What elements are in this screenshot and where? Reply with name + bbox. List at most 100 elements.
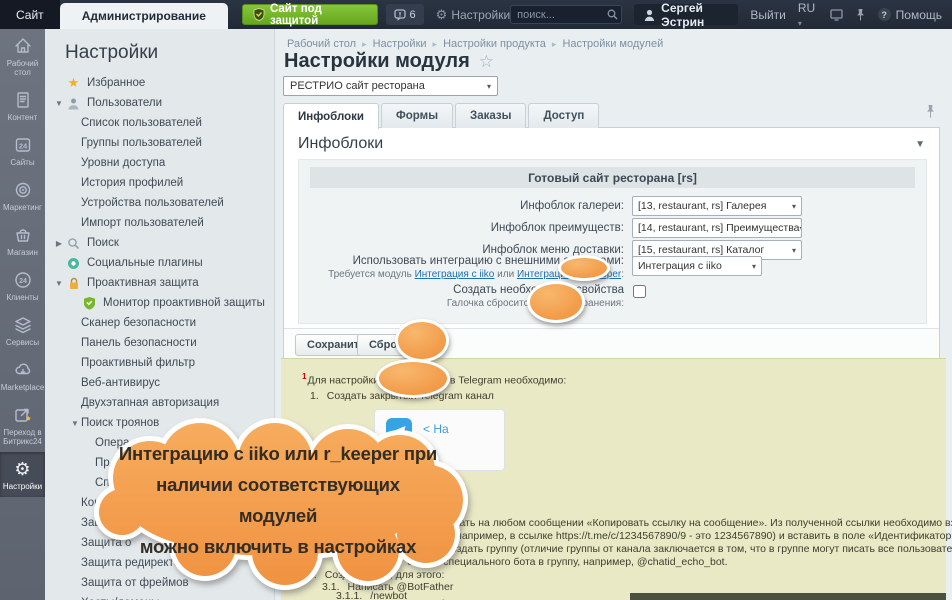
- breadcrumb: Рабочий стол ▸ Настройки ▸ Настройки продукт…: [287, 38, 663, 50]
- breadcrumb-separator-icon: ▸: [433, 39, 438, 49]
- menu-item-сканер-безопасности[interactable]: Сканер безопасности: [45, 313, 274, 333]
- integration-select[interactable]: Интеграция с iiko▾: [632, 256, 762, 276]
- pin-interface-icon[interactable]: [855, 8, 866, 21]
- gear-icon: ⚙: [436, 7, 448, 23]
- collapse-chevron-icon[interactable]: ▼: [915, 139, 925, 150]
- menu-item-защита-сессий[interactable]: Защита сессий: [45, 513, 274, 533]
- language-select[interactable]: RU ▾: [798, 1, 818, 29]
- user-menu-button[interactable]: Сергей Эстрин: [634, 4, 738, 25]
- tab-доступ[interactable]: Доступ: [528, 103, 599, 128]
- sidebar-item-marketplace[interactable]: Marketplace: [0, 353, 45, 398]
- infoblock-select[interactable]: [13, restaurant, rs] Галерея▾: [632, 196, 802, 216]
- iiko-module-link[interactable]: Интеграция с iiko: [415, 269, 495, 280]
- menu-item-социальные-плагины[interactable]: Социальные плагины: [45, 253, 274, 273]
- menu-item-защита-о[interactable]: Защита о: [45, 533, 274, 553]
- menu-item-поиск[interactable]: ▶Поиск: [45, 233, 274, 253]
- chevron-down-icon: ▾: [792, 246, 796, 255]
- social-icon: [65, 257, 82, 270]
- menu-item-защита-редиректов[interactable]: Защита редиректов: [45, 553, 274, 573]
- sidebar-item-переход-в-битрикс24[interactable]: Переход в Битрикс24: [0, 398, 45, 452]
- menu-item-монитор-проактивной-защиты[interactable]: Монитор проактивной защиты: [45, 293, 274, 313]
- tab-инфоблоки[interactable]: Инфоблоки: [283, 103, 379, 129]
- logout-link[interactable]: Выйти: [750, 8, 786, 22]
- menu-item-панель-безопасности[interactable]: Панель безопасности: [45, 333, 274, 353]
- sidebar-item-рабочий-стол[interactable]: Рабочий стол: [0, 29, 45, 83]
- help-button[interactable]: ? Помощь: [878, 8, 942, 22]
- chevron-down-icon: ▾: [752, 262, 756, 271]
- breadcrumb-separator-icon: ▸: [362, 39, 367, 49]
- search-icon: [607, 9, 618, 20]
- menu-item-проактивный-фильтр[interactable]: Проактивный фильтр: [45, 353, 274, 373]
- field-label: Инфоблок преимуществ:: [311, 218, 624, 238]
- user-icon: [644, 9, 655, 21]
- menu-item-история-профилей[interactable]: История профилей: [45, 173, 274, 193]
- menu-item-защита-от-фреймов[interactable]: Защита от фреймов: [45, 573, 274, 593]
- menu-item-пользователи[interactable]: ▼Пользователи: [45, 93, 274, 113]
- menu-item-группы-пользователей[interactable]: Группы пользователей: [45, 133, 274, 153]
- question-icon: ?: [878, 8, 891, 21]
- help-line: и нажать на любом сообщении «Копировать …: [432, 517, 952, 529]
- menu-item-список-пользователей[interactable]: Список пользователей: [45, 113, 274, 133]
- sidebar-item-контент[interactable]: Контент: [0, 83, 45, 128]
- sidebar-item-маркетинг[interactable]: Маркетинг: [0, 173, 45, 218]
- search-input[interactable]: [510, 5, 622, 24]
- infoblock-select[interactable]: [14, restaurant, rs] Преимущества▾: [632, 218, 802, 238]
- back-link: < На: [423, 422, 449, 436]
- user-name: Сергей Эстрин: [661, 1, 728, 29]
- topbar-settings-button[interactable]: ⚙ Настройки: [436, 7, 511, 23]
- menu-item-уровни-доступа[interactable]: Уровни доступа: [45, 153, 274, 173]
- bitrix-admin-window: Сайт Администрирование Сайт под защитой …: [0, 0, 952, 600]
- menu-item-поиск-троянов[interactable]: ▼Поиск троянов: [45, 413, 274, 433]
- site-protected-button[interactable]: Сайт под защитой: [242, 4, 378, 25]
- tab-site[interactable]: Сайт: [0, 0, 60, 29]
- menu-item-двухэтапная-авторизация[interactable]: Двухэтапная авторизация: [45, 393, 274, 413]
- breadcrumb-link-настройки[interactable]: Настройки: [373, 38, 427, 50]
- breadcrumb-separator-icon: ▸: [552, 39, 557, 49]
- breadcrumb-link-настройки-модулей[interactable]: Настройки модулей: [562, 38, 663, 50]
- sidebar-item-магазин[interactable]: Магазин: [0, 218, 45, 263]
- gear-icon: ⚙: [14, 459, 30, 479]
- menu-item-контроль-активности[interactable]: Контроль активности: [45, 493, 274, 513]
- pin-icon[interactable]: [925, 104, 936, 118]
- group-header: Готовый сайт ресторана [rs]: [310, 167, 915, 188]
- highlight-ellipse-buttons: [395, 319, 449, 362]
- menu-item-пр[interactable]: Пр: [45, 453, 274, 473]
- menu-item-веб-антивирус[interactable]: Веб-антивирус: [45, 373, 274, 393]
- menu-item-устройства-пользователей[interactable]: Устройства пользователей: [45, 193, 274, 213]
- menu-item-хосты-домены[interactable]: Хосты/домены: [45, 593, 274, 600]
- sidebar-item-сервисы[interactable]: Сервисы: [0, 308, 45, 353]
- alert-bubble-icon: [394, 9, 406, 21]
- breadcrumb-link-настройки-продукта[interactable]: Настройки продукта: [443, 38, 546, 50]
- svg-text:24: 24: [18, 142, 27, 151]
- module-select[interactable]: РЕСТРИО сайт ресторана▾: [283, 76, 498, 96]
- buttons-bar: Сохранить Сбросить: [284, 328, 939, 358]
- tab-формы[interactable]: Формы: [381, 103, 453, 128]
- breadcrumb-link-рабочий-стол[interactable]: Рабочий стол: [287, 38, 356, 50]
- favorite-star-icon[interactable]: ☆: [479, 52, 494, 72]
- menu-item-сп[interactable]: Сп: [45, 473, 274, 493]
- sidebar-item-настройки[interactable]: ⚙Настройки: [0, 452, 45, 497]
- sidebar-item-клиенты[interactable]: 24Клиенты: [0, 263, 45, 308]
- monitor-icon[interactable]: [830, 9, 843, 21]
- menu-item-опера[interactable]: Опера: [45, 433, 274, 453]
- form-row: Инфоблок галереи: [13, restaurant, rs] Га…: [299, 196, 926, 216]
- person-icon: [65, 97, 82, 110]
- field-label: Инфоблок галереи:: [311, 196, 624, 216]
- tab-administration[interactable]: Администрирование: [60, 3, 228, 29]
- notifications-button[interactable]: 6: [386, 4, 424, 25]
- b24go-icon: [13, 405, 33, 425]
- chevron-down-icon: ▾: [487, 82, 491, 91]
- menu-item-избранное[interactable]: ★Избранное: [45, 73, 274, 93]
- lock-icon: [65, 277, 82, 290]
- topbar: Сайт Администрирование Сайт под защитой …: [0, 0, 952, 29]
- help-line: ое «/», например, в ссылке https://t.me/…: [421, 530, 952, 542]
- expand-down-icon: ▼: [69, 419, 81, 428]
- expand-right-icon: ▶: [53, 239, 65, 248]
- create-properties-checkbox[interactable]: [633, 285, 646, 298]
- telegram-icon: [386, 418, 412, 444]
- sidebar-item-сайты[interactable]: 24Сайты: [0, 128, 45, 173]
- content-icon: [13, 90, 33, 110]
- menu-item-проактивная-защита[interactable]: ▼Проактивная защита: [45, 273, 274, 293]
- menu-item-импорт-пользователей[interactable]: Импорт пользователей: [45, 213, 274, 233]
- tab-заказы[interactable]: Заказы: [455, 103, 526, 128]
